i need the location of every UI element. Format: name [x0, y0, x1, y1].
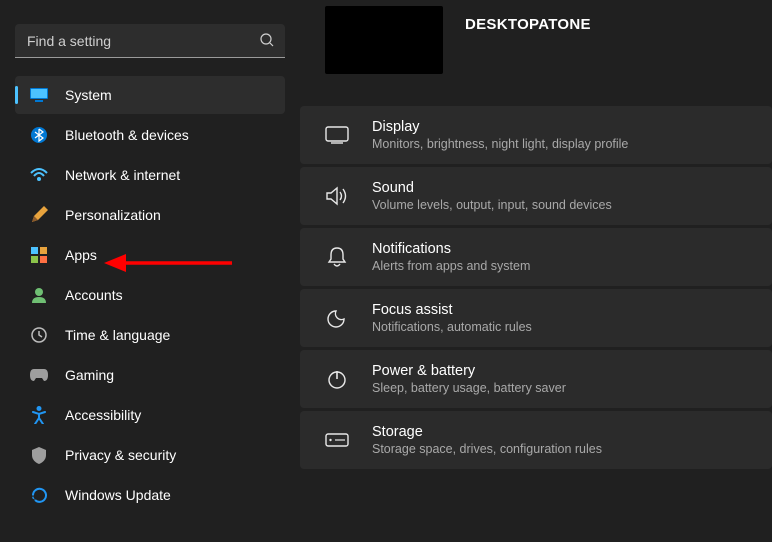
tile-storage[interactable]: Storage Storage space, drives, configura… [300, 411, 772, 469]
tile-sound[interactable]: Sound Volume levels, output, input, soun… [300, 167, 772, 225]
sidebar-item-label: Apps [65, 247, 97, 263]
accessibility-icon [29, 405, 49, 425]
sidebar-item-network[interactable]: Network & internet [15, 156, 285, 194]
tile-title: Sound [372, 180, 612, 196]
notifications-icon [324, 244, 350, 270]
sidebar-item-label: Accounts [65, 287, 123, 303]
settings-tiles: Display Monitors, brightness, night ligh… [300, 106, 772, 469]
tile-title: Display [372, 119, 628, 135]
header: DESKTOPATONE [300, 6, 772, 90]
device-name: DESKTOPATONE [465, 16, 591, 33]
display-icon [324, 122, 350, 148]
nav-list: System Bluetooth & devices Network & int… [15, 76, 285, 514]
sound-icon [324, 183, 350, 209]
privacy-icon [29, 445, 49, 465]
tile-title: Focus assist [372, 302, 532, 318]
sidebar-item-accounts[interactable]: Accounts [15, 276, 285, 314]
tile-sub: Sleep, battery usage, battery saver [372, 381, 566, 395]
search-wrap [15, 24, 285, 58]
sidebar-item-accessibility[interactable]: Accessibility [15, 396, 285, 434]
avatar [325, 6, 443, 74]
sidebar: System Bluetooth & devices Network & int… [0, 0, 300, 542]
apps-icon [29, 245, 49, 265]
sidebar-item-label: Bluetooth & devices [65, 127, 189, 143]
sidebar-item-label: System [65, 87, 112, 103]
tile-display[interactable]: Display Monitors, brightness, night ligh… [300, 106, 772, 164]
sidebar-item-label: Gaming [65, 367, 114, 383]
sidebar-item-label: Accessibility [65, 407, 141, 423]
tile-sub: Alerts from apps and system [372, 259, 530, 273]
tile-sub: Notifications, automatic rules [372, 320, 532, 334]
sidebar-item-time[interactable]: Time & language [15, 316, 285, 354]
sidebar-item-apps[interactable]: Apps [15, 236, 285, 274]
tile-sub: Storage space, drives, configuration rul… [372, 442, 602, 456]
search-icon [259, 32, 275, 48]
sidebar-item-update[interactable]: Windows Update [15, 476, 285, 514]
sidebar-item-label: Privacy & security [65, 447, 176, 463]
tile-focus[interactable]: Focus assist Notifications, automatic ru… [300, 289, 772, 347]
sidebar-item-label: Personalization [65, 207, 161, 223]
time-icon [29, 325, 49, 345]
storage-icon [324, 427, 350, 453]
system-icon [29, 85, 49, 105]
network-icon [29, 165, 49, 185]
tile-notifications[interactable]: Notifications Alerts from apps and syste… [300, 228, 772, 286]
gaming-icon [29, 365, 49, 385]
update-icon [29, 485, 49, 505]
tile-title: Power & battery [372, 363, 566, 379]
sidebar-item-personalization[interactable]: Personalization [15, 196, 285, 234]
focus-icon [324, 305, 350, 331]
tile-sub: Monitors, brightness, night light, displ… [372, 137, 628, 151]
bluetooth-icon [29, 125, 49, 145]
main-content: DESKTOPATONE Display Monitors, brightnes… [300, 0, 772, 542]
sidebar-item-gaming[interactable]: Gaming [15, 356, 285, 394]
sidebar-item-label: Windows Update [65, 487, 171, 503]
sidebar-item-label: Network & internet [65, 167, 180, 183]
sidebar-item-label: Time & language [65, 327, 170, 343]
tile-power[interactable]: Power & battery Sleep, battery usage, ba… [300, 350, 772, 408]
search-input[interactable] [15, 24, 285, 58]
sidebar-item-system[interactable]: System [15, 76, 285, 114]
tile-title: Storage [372, 424, 602, 440]
tile-title: Notifications [372, 241, 530, 257]
power-icon [324, 366, 350, 392]
accounts-icon [29, 285, 49, 305]
personalization-icon [29, 205, 49, 225]
sidebar-item-privacy[interactable]: Privacy & security [15, 436, 285, 474]
sidebar-item-bluetooth[interactable]: Bluetooth & devices [15, 116, 285, 154]
tile-sub: Volume levels, output, input, sound devi… [372, 198, 612, 212]
